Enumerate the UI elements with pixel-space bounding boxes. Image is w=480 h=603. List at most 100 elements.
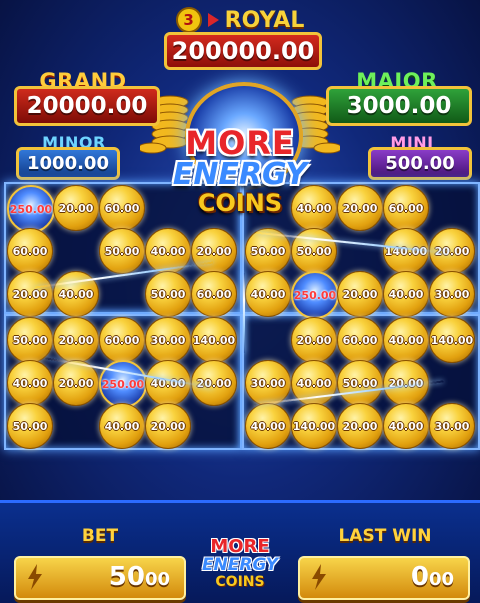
- coin-value: 60.00: [12, 244, 48, 258]
- gold-coin: 50.00: [99, 228, 145, 274]
- grid-cell: 60.00: [98, 184, 145, 231]
- grid-cell: [190, 402, 236, 448]
- grid-cell: 40.00: [382, 270, 429, 317]
- gold-coin: 20.00: [145, 403, 191, 449]
- coin-value: 50.00: [150, 287, 186, 301]
- grid-cell: [52, 227, 98, 273]
- coin-value: 50.00: [250, 244, 286, 258]
- grid-cell: 20.00: [190, 359, 237, 406]
- gold-coin: 20.00: [337, 403, 383, 449]
- coin-value: 60.00: [388, 201, 424, 215]
- gold-coin: 60.00: [7, 228, 53, 274]
- coin-value: 40.00: [104, 419, 140, 433]
- coin-value: 30.00: [250, 376, 286, 390]
- gold-coin: 50.00: [7, 403, 53, 449]
- gold-coin: 30.00: [145, 317, 191, 363]
- coin-value: 40.00: [388, 333, 424, 347]
- last-win-value-main: 0: [410, 562, 429, 592]
- grid-cell: [336, 227, 382, 273]
- coin-value: 40.00: [58, 287, 94, 301]
- grid-cell: 60.00: [98, 316, 145, 363]
- coin-value: 40.00: [388, 287, 424, 301]
- bet-value: 5000: [109, 562, 170, 592]
- major-jackpot-value: 3000.00: [326, 86, 472, 126]
- bottom-logo-more: MORE: [210, 536, 270, 557]
- grid-cell: 250.00: [98, 359, 147, 408]
- gold-coin: 140.00: [291, 403, 337, 449]
- coin-value: 20.00: [58, 333, 94, 347]
- coin-value: 250.00: [9, 202, 53, 216]
- coin-value: 40.00: [12, 376, 48, 390]
- gold-coin: 60.00: [191, 271, 237, 317]
- grid-cell: 60.00: [190, 270, 237, 317]
- gold-coin: 20.00: [191, 228, 237, 274]
- grid-cell: 20.00: [52, 184, 99, 231]
- gold-coin: 50.00: [7, 317, 53, 363]
- gold-coin: 50.00: [145, 271, 191, 317]
- gold-coin: 20.00: [291, 317, 337, 363]
- gold-coin: 20.00: [53, 185, 99, 231]
- grid-cell: 60.00: [6, 227, 53, 274]
- grid-cell: 50.00: [6, 316, 53, 363]
- grid-cell: 40.00: [244, 402, 291, 449]
- gold-coin: 60.00: [99, 185, 145, 231]
- grid-cell: [428, 184, 474, 230]
- logo-coins-text: COINS: [197, 189, 283, 217]
- bet-meter[interactable]: 5000: [14, 556, 186, 600]
- coin-value: 250.00: [101, 377, 145, 391]
- gold-coin: 20.00: [191, 360, 237, 406]
- grid-cell: 40.00: [244, 270, 291, 317]
- play-arrow-icon: [207, 13, 219, 27]
- royal-label: ROYAL: [224, 7, 305, 33]
- grid-cell: 20.00: [290, 316, 337, 363]
- logo-energy-text: ENERGY: [172, 157, 308, 192]
- gold-coin: 60.00: [99, 317, 145, 363]
- last-win-value: 000: [411, 562, 454, 592]
- grid-cell: 20.00: [190, 227, 237, 274]
- last-win-meter: 000: [298, 556, 470, 600]
- bet-value-cents: 00: [144, 569, 170, 590]
- coin-value: 50.00: [12, 419, 48, 433]
- gold-coin: 20.00: [337, 185, 383, 231]
- gold-coin: 50.00: [291, 228, 337, 274]
- coin-value: 20.00: [342, 201, 378, 215]
- mini-jackpot-value: 500.00: [368, 147, 472, 180]
- coin-value: 140.00: [292, 419, 336, 433]
- coin-value: 20.00: [58, 201, 94, 215]
- coin-value: 50.00: [342, 376, 378, 390]
- gold-coin: 40.00: [245, 271, 291, 317]
- grid-cell: 20.00: [144, 402, 191, 449]
- gold-coin: 30.00: [429, 403, 475, 449]
- gold-coin: 30.00: [429, 271, 475, 317]
- coin-value: 250.00: [293, 288, 337, 302]
- coin-value: 140.00: [192, 333, 236, 347]
- gold-coin: 40.00: [383, 271, 429, 317]
- grid-cell: 50.00: [336, 359, 383, 406]
- grid-cell: 40.00: [52, 270, 99, 317]
- grid-cell: 20.00: [52, 316, 99, 363]
- last-win-label: LAST WIN: [338, 526, 432, 546]
- bottom-game-logo: MORE ENERGY COINS: [195, 538, 285, 598]
- grid-cell: 140.00: [190, 316, 237, 363]
- coin-value: 50.00: [104, 244, 140, 258]
- grid-cell: 30.00: [428, 402, 475, 449]
- gold-coin: 40.00: [7, 360, 53, 406]
- grid-cell: 40.00: [98, 402, 145, 449]
- logo-more-text: MORE: [185, 124, 295, 162]
- bet-label: BET: [81, 526, 119, 546]
- grid-cell: 20.00: [336, 270, 383, 317]
- bottom-logo-coins: COINS: [215, 574, 265, 590]
- grid-cell: 140.00: [428, 316, 475, 363]
- lightning-icon: [28, 564, 42, 590]
- gold-coin: 40.00: [99, 403, 145, 449]
- grid-cell: 50.00: [144, 270, 191, 317]
- coin-value: 60.00: [196, 287, 232, 301]
- gold-coin: 40.00: [383, 403, 429, 449]
- grid-cell: 250.00: [6, 184, 55, 233]
- coin-value: 20.00: [196, 244, 232, 258]
- grid-cell: 30.00: [144, 316, 191, 363]
- coin-value: 20.00: [196, 376, 232, 390]
- grid-cell: 40.00: [382, 316, 429, 363]
- grid-cell: 60.00: [336, 316, 383, 363]
- game-logo: MORE ENERGY COINS: [150, 126, 330, 218]
